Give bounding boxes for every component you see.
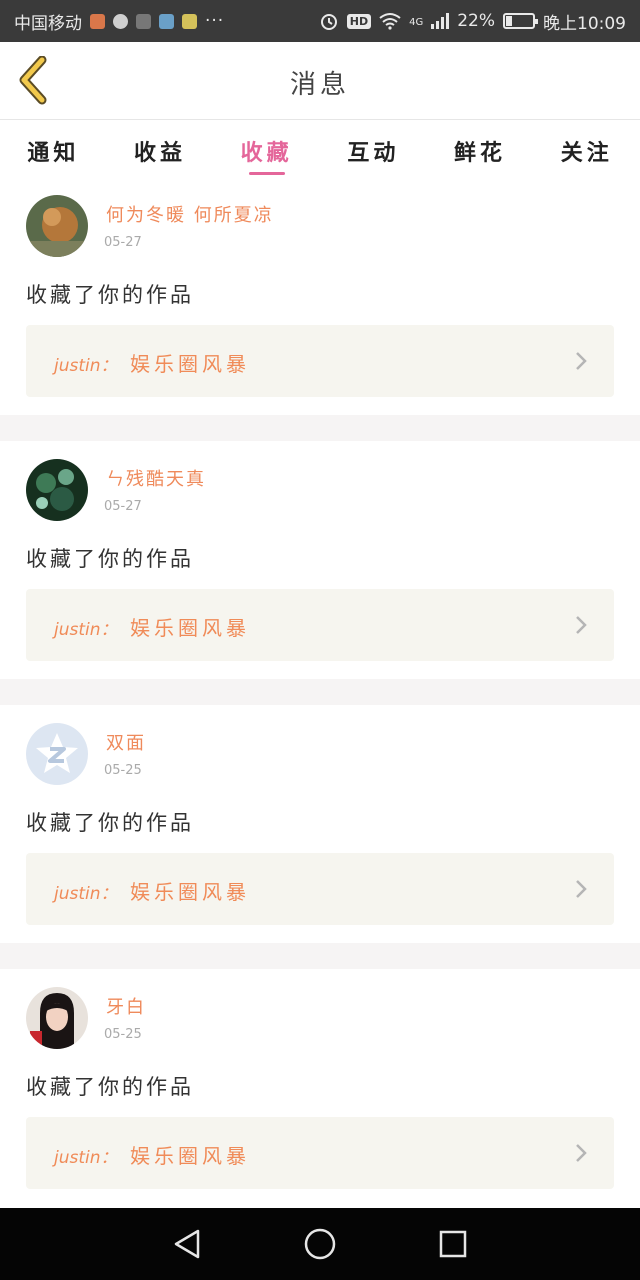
- nav-back-button[interactable]: [167, 1224, 207, 1264]
- app-notification-icon: [159, 13, 174, 29]
- tab-flowers[interactable]: 鲜花: [427, 121, 534, 177]
- username[interactable]: 牙白: [106, 993, 146, 1019]
- chevron-right-icon: [576, 880, 587, 898]
- nav-home-button[interactable]: [300, 1224, 340, 1264]
- tab-favorites[interactable]: 收藏: [213, 121, 320, 177]
- avatar[interactable]: [26, 723, 88, 785]
- nav-recents-button[interactable]: [433, 1224, 473, 1264]
- work-title: 娱乐圈风暴: [130, 352, 250, 376]
- work-author: justin：: [54, 356, 118, 376]
- list-item: 牙白 05-25 收藏了你的作品 justin： 娱乐圈风暴: [0, 969, 640, 1207]
- divider: [0, 679, 640, 705]
- chevron-right-icon: [576, 352, 587, 370]
- system-nav-bar: [0, 1208, 640, 1280]
- work-link[interactable]: justin： 娱乐圈风暴: [26, 853, 614, 925]
- tab-earnings[interactable]: 收益: [107, 121, 214, 177]
- triangle-back-icon: [174, 1229, 199, 1259]
- avatar[interactable]: [26, 195, 88, 257]
- carrier-label: 中国移动: [14, 13, 82, 34]
- wechat-icon: [113, 13, 128, 29]
- username[interactable]: 何为冬暖 何所夏凉: [106, 201, 274, 227]
- chevron-right-icon: [576, 616, 587, 634]
- clock: 晚上10:09: [543, 13, 626, 34]
- avatar[interactable]: [26, 459, 88, 521]
- username[interactable]: ㄣ残酷天真: [106, 465, 206, 491]
- work-link[interactable]: justin： 娱乐圈风暴: [26, 1117, 614, 1189]
- work-link[interactable]: justin： 娱乐圈风暴: [26, 589, 614, 661]
- tab-bar: 通知 收益 收藏 互动 鲜花 关注: [0, 121, 640, 177]
- page-title: 消息: [289, 70, 350, 100]
- work-author: justin：: [54, 1148, 118, 1168]
- message-text: 收藏了你的作品: [26, 547, 194, 571]
- wifi-icon: [379, 13, 401, 30]
- message-date: 05-25: [104, 763, 142, 778]
- tab-interactions[interactable]: 互动: [320, 121, 427, 177]
- default-avatar-icon: [26, 723, 88, 785]
- work-link[interactable]: justin： 娱乐圈风暴: [26, 325, 614, 397]
- avatar[interactable]: [26, 987, 88, 1049]
- message-date: 05-27: [104, 235, 142, 250]
- work-title: 娱乐圈风暴: [130, 616, 250, 640]
- battery-icon: [503, 13, 538, 29]
- divider: [0, 415, 640, 441]
- hd-icon: HD: [346, 13, 372, 29]
- message-text: 收藏了你的作品: [26, 283, 194, 307]
- app-header: 消息: [0, 42, 640, 120]
- app-notification-icon: [182, 13, 197, 29]
- username[interactable]: 双面: [106, 729, 146, 755]
- message-text: 收藏了你的作品: [26, 1075, 194, 1099]
- network-type-label: 4G: [409, 16, 424, 28]
- square-recents-icon: [440, 1230, 467, 1258]
- work-author: justin：: [54, 620, 118, 640]
- work-title: 娱乐圈风暴: [130, 880, 250, 904]
- circle-home-icon: [304, 1228, 336, 1260]
- list-item: ㄣ残酷天真 05-27 收藏了你的作品 justin： 娱乐圈风暴: [0, 441, 640, 679]
- status-bar: 中国移动 ··· HD 4G 22% 晚上10:09: [0, 0, 640, 42]
- app-notification-icon: [90, 13, 105, 29]
- divider: [0, 943, 640, 969]
- list-item: 何为冬暖 何所夏凉 05-27 收藏了你的作品 justin： 娱乐圈风暴: [0, 177, 640, 415]
- battery-percent: 22%: [457, 11, 495, 31]
- list-item: 双面 05-25 收藏了你的作品 justin： 娱乐圈风暴: [0, 705, 640, 943]
- alarm-icon: [320, 14, 337, 30]
- signal-icon: [431, 13, 450, 29]
- tab-notifications[interactable]: 通知: [0, 121, 107, 177]
- tiktok-icon: [136, 13, 151, 29]
- tab-follows[interactable]: 关注: [533, 121, 640, 177]
- message-date: 05-25: [104, 1027, 142, 1042]
- work-author: justin：: [54, 884, 118, 904]
- message-date: 05-27: [104, 499, 142, 514]
- more-notifications-icon: ···: [205, 11, 225, 31]
- message-text: 收藏了你的作品: [26, 811, 194, 835]
- message-list: 何为冬暖 何所夏凉 05-27 收藏了你的作品 justin： 娱乐圈风暴 ㄣ残…: [0, 177, 640, 1207]
- chevron-right-icon: [576, 1144, 587, 1162]
- work-title: 娱乐圈风暴: [130, 1144, 250, 1168]
